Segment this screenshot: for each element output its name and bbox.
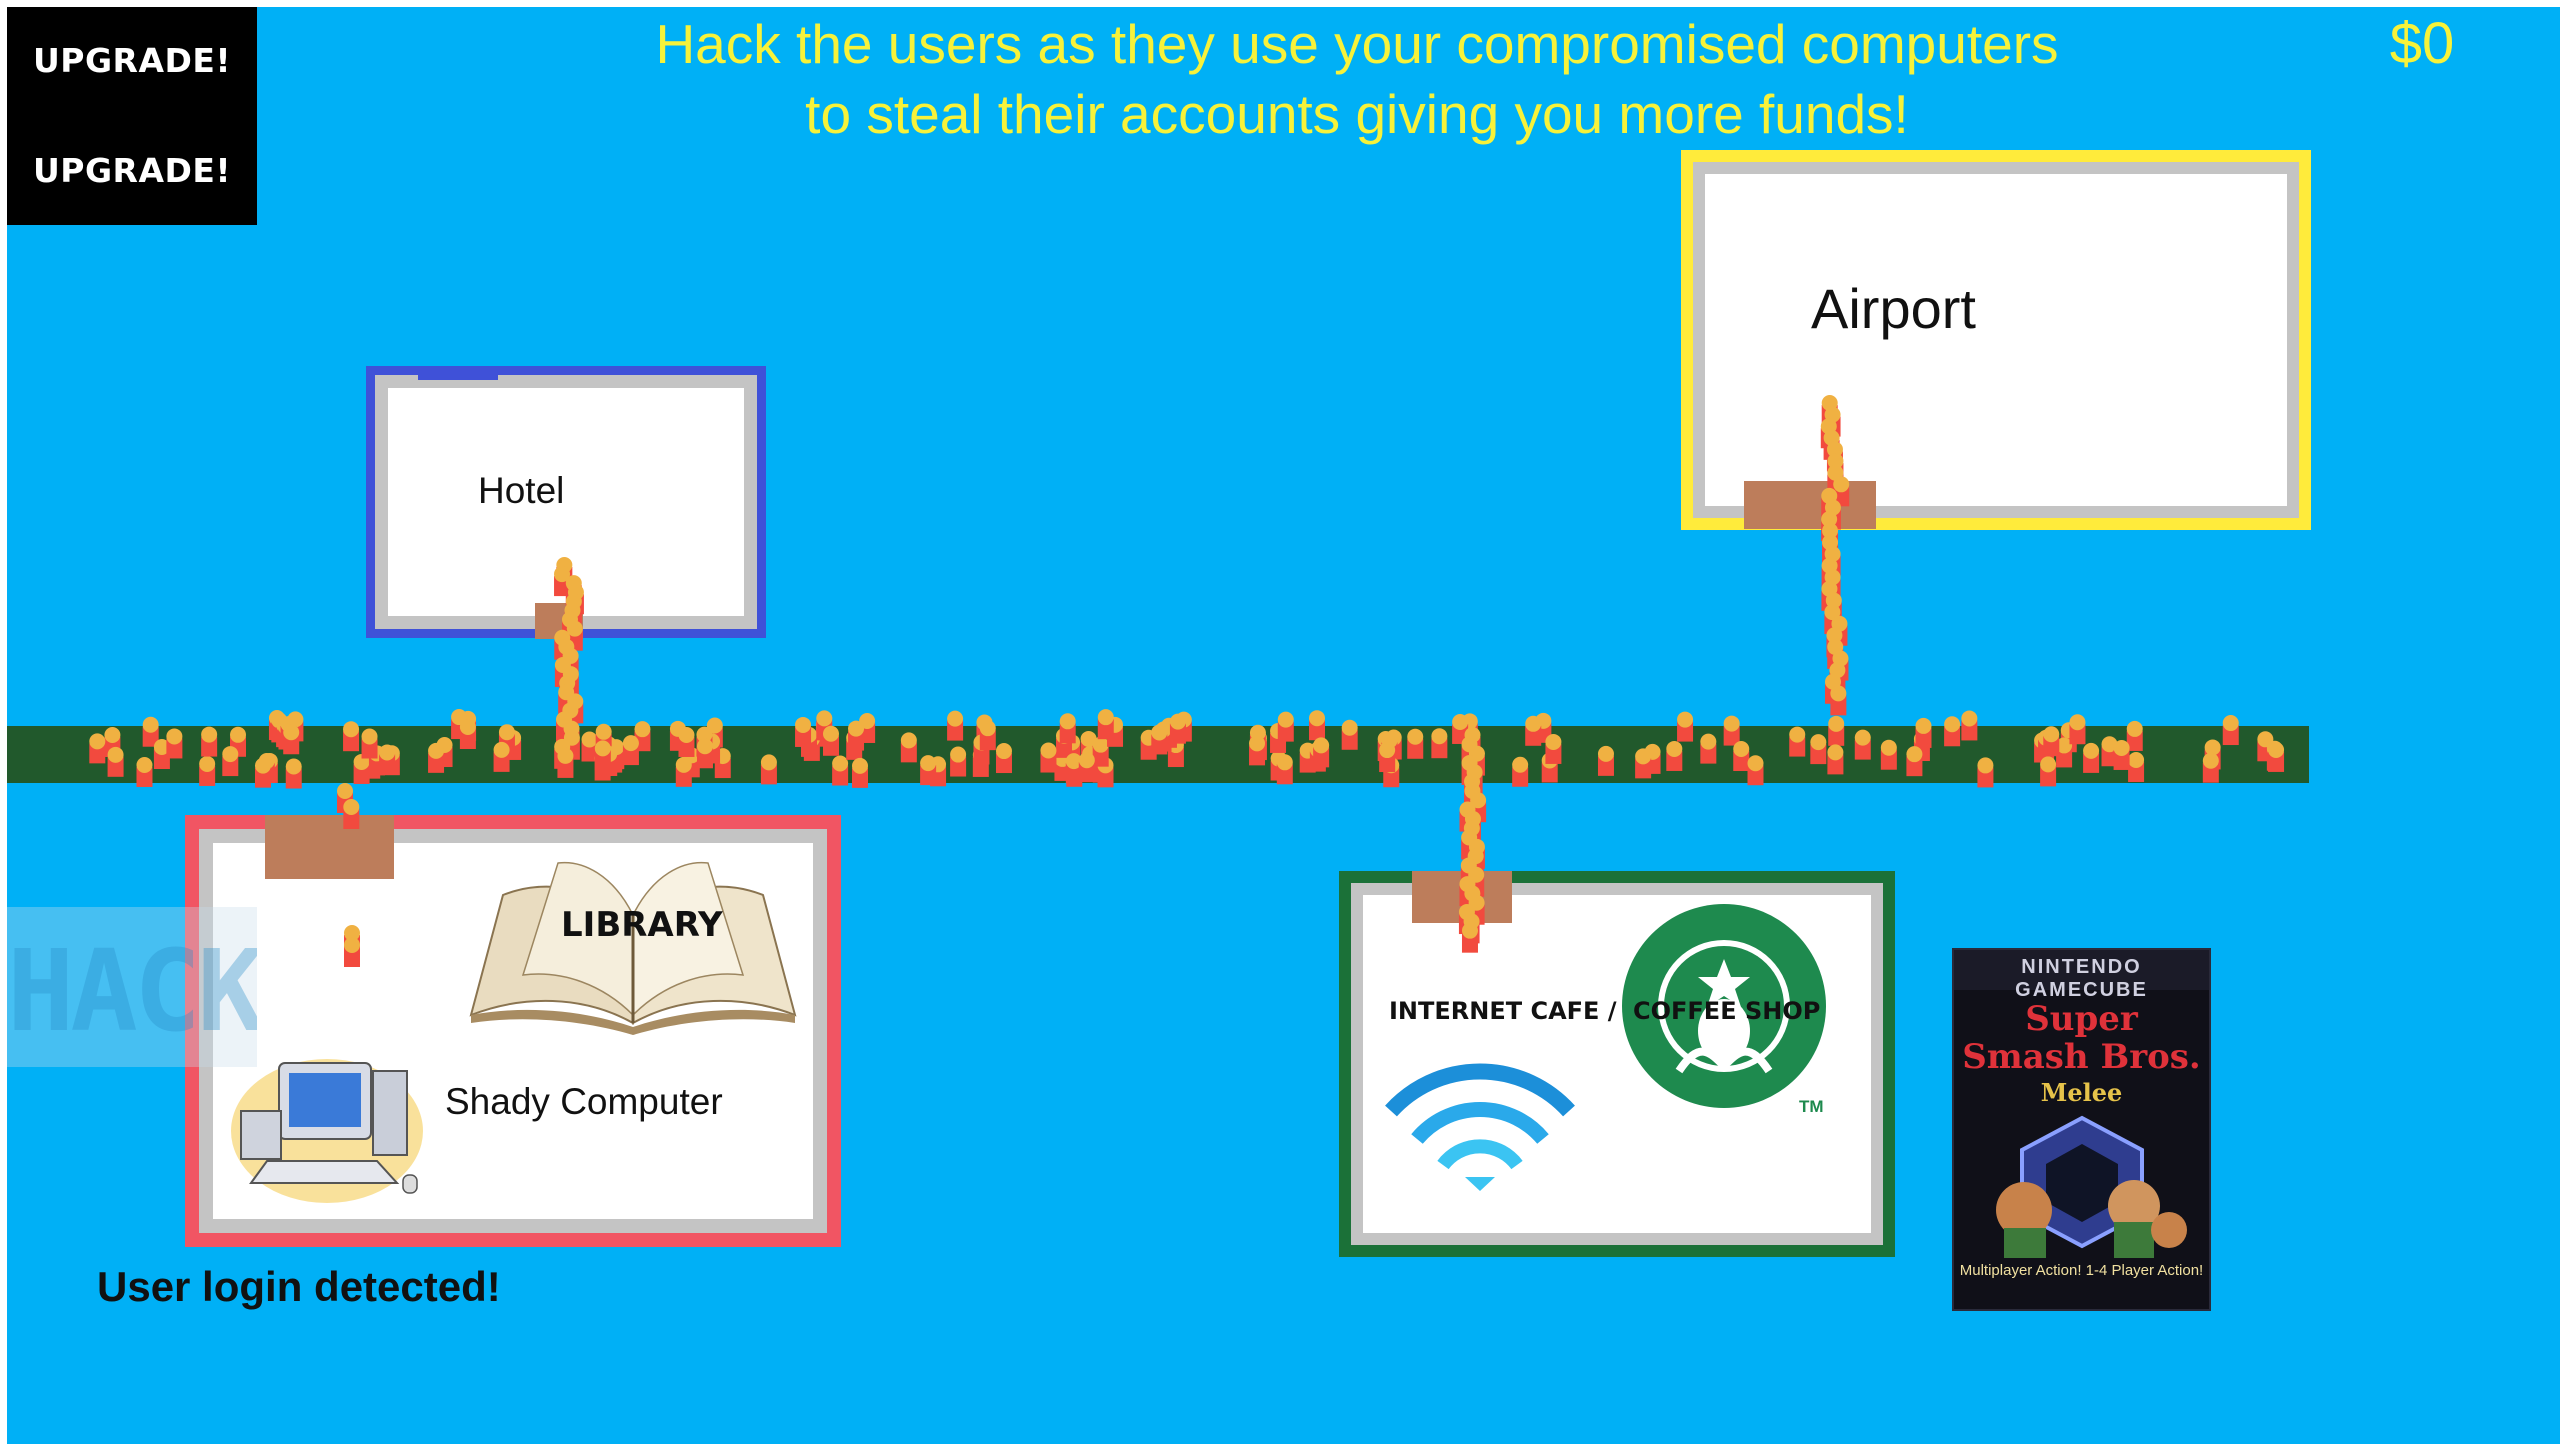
instructions-line-1: Hack the users as they use your compromi…	[655, 13, 2059, 75]
cover-artwork	[1996, 1115, 2187, 1258]
user-figure	[567, 693, 584, 724]
trademark-mark: TM	[1799, 1097, 1824, 1116]
user-figure	[1824, 546, 1841, 576]
user-figure	[554, 657, 571, 687]
hotel-door	[535, 603, 583, 639]
user-figure	[1464, 810, 1481, 841]
user-figure	[1832, 650, 1849, 681]
user-figure	[1822, 534, 1839, 565]
user-figure	[562, 666, 579, 697]
hotel-label: Hotel	[478, 470, 565, 511]
user-figure	[1825, 592, 1842, 623]
user-figure	[1459, 801, 1476, 832]
cover-footer: Multiplayer Action! 1-4 Player Action!	[1959, 1262, 2204, 1279]
hack-button[interactable]: HACK	[7, 907, 257, 1067]
cover-subtitle: Melee	[2040, 1078, 2123, 1107]
user-figure	[1821, 557, 1838, 588]
road	[7, 726, 2309, 783]
computer-icon	[231, 1059, 423, 1203]
cover-title-line-2: Smash Bros.	[1962, 1037, 2201, 1077]
user-figure	[1463, 820, 1480, 851]
status-message: User login detected!	[97, 1263, 501, 1310]
user-figure	[558, 638, 575, 669]
cover-title-line-1: Super	[2025, 999, 2138, 1039]
upgrade-button-2[interactable]: UPGRADE!	[7, 151, 257, 190]
user-figure	[1825, 673, 1842, 704]
user-figure	[1824, 604, 1841, 635]
instructions-line-2: to steal their accounts giving you more …	[805, 83, 1909, 145]
user-figure	[337, 783, 354, 813]
user-figure	[1461, 829, 1478, 860]
wifi-icon	[1385, 1063, 1575, 1191]
user-figure	[1468, 838, 1485, 869]
money-counter: $0	[2389, 11, 2455, 76]
user-figure	[1831, 615, 1848, 646]
user-figure	[1826, 627, 1843, 658]
user-figure	[1821, 580, 1838, 611]
hack-button-label: HACK	[7, 927, 257, 1057]
upgrade-panel: UPGRADE! UPGRADE!	[7, 7, 257, 225]
open-book-icon	[469, 861, 797, 1035]
library-label: LIBRARY	[561, 905, 723, 945]
hotel-location[interactable]: Hotel	[366, 366, 766, 638]
library-door	[265, 815, 394, 879]
upgrade-button-1[interactable]: UPGRADE!	[7, 41, 257, 80]
user-figure	[1830, 685, 1847, 716]
user-figure	[1464, 782, 1481, 813]
library-location[interactable]: LIBRARY Shady Computer	[185, 815, 841, 1247]
user-figure	[1470, 792, 1487, 823]
cover-title: Super Smash Bros.	[1954, 1000, 2209, 1076]
user-figure	[558, 684, 575, 715]
airport-label: Airport	[1811, 277, 1976, 340]
user-figure	[1824, 569, 1841, 600]
airport-location[interactable]: Airport	[1681, 150, 2311, 530]
user-figure	[1829, 662, 1846, 693]
coffee-shop-label: COFFEE SHOP	[1633, 997, 1821, 1025]
game-stage: UPGRADE! UPGRADE! Hack the users as they…	[7, 7, 2560, 1444]
instructions-text: Hack the users as they use your compromi…	[367, 9, 2347, 149]
cafe-location[interactable]: TM INTERNET CAFE / COFFEE SHOP	[1339, 871, 1895, 1257]
game-cover-image: NINTENDO GAMECUBE Super Smash Bros. Mele…	[1952, 948, 2211, 1311]
user-figure	[1827, 638, 1844, 669]
airport-door	[1744, 481, 1876, 529]
internet-cafe-label: INTERNET CAFE /	[1389, 997, 1617, 1025]
cafe-door	[1412, 871, 1512, 923]
user-figure	[559, 675, 576, 706]
shady-computer-label: Shady Computer	[445, 1081, 723, 1122]
cover-brand: NINTENDO GAMECUBE	[2015, 956, 2148, 1001]
user-figure	[562, 647, 579, 678]
